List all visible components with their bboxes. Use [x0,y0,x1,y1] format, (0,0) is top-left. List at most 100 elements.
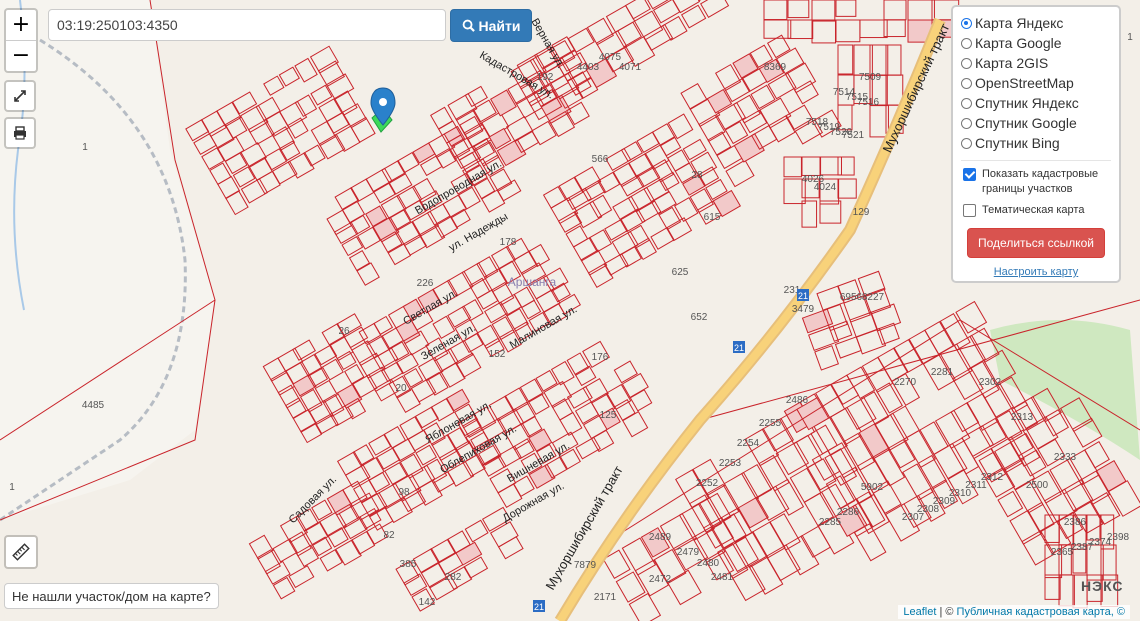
cadastral-toggle[interactable]: Показать кадастровые границы участков [961,167,1111,197]
parcel-number: 2333 [1054,452,1077,463]
configure-map-link[interactable]: Настроить карту [961,266,1111,278]
parcel-number: 2472 [649,574,672,585]
cadastral-toggle-label: Показать кадастровые границы участков [982,168,1099,195]
parcel-number: 82 [383,530,395,541]
parcel-number: 385 [400,559,417,570]
parcel-number: 1 [9,482,15,493]
parcel-number: 3479 [792,304,815,315]
parcel-number: 7509 [859,72,882,83]
watermark-logo: НЭКС [1081,578,1124,594]
printer-icon [14,126,26,140]
parcel-number: 2481 [711,572,734,583]
parcel-number: 2254 [737,438,760,449]
parcel-number: 2312 [981,472,1004,483]
search-button-label: Найти [478,17,521,34]
map-attribution: Leaflet | © Публичная кадастровая карта,… [898,605,1130,619]
zoom-in-button[interactable]: + [6,10,36,41]
parcel-number: 625 [672,267,689,278]
parcel-number: 6956 [840,292,863,303]
svg-text:21: 21 [798,291,808,301]
parcel-number: 7516 [857,97,880,108]
basemap-option[interactable]: Спутник Google [961,113,1111,133]
basemap-radio[interactable] [961,37,972,49]
basemap-option[interactable]: Карта 2GIS [961,53,1111,73]
parcel-number: 2386 [1064,517,1087,528]
basemap-radio[interactable] [961,137,972,149]
parcel-number: 192 [537,72,554,83]
parcel-number: 2286 [837,507,860,518]
basemap-option[interactable]: Карта Google [961,33,1111,53]
zoom-control: + − [4,8,38,73]
not-found-button[interactable]: Не нашли участок/дом на карте? [4,583,219,609]
cadastral-source-link[interactable]: Публичная кадастровая карта, © [957,606,1125,618]
basemap-option-label: Спутник Bing [975,135,1060,151]
fullscreen-button[interactable] [4,80,36,112]
map-pin-dot [379,98,387,106]
basemap-options: Карта Яндекс Карта Google Карта 2GIS OpenSt… [961,13,1111,153]
parcel-number: 7521 [842,130,865,141]
parcel-number: 2285 [819,517,842,528]
cadastral-search-input[interactable] [48,9,446,41]
parcel-number: 2500 [1026,480,1049,491]
parcel-number: 2255 [759,418,782,429]
parcel-number: 4071 [619,62,642,73]
basemap-option[interactable]: Спутник Яндекс [961,93,1111,113]
parcel-number: 1 [82,142,88,153]
basemap-option-label: Карта 2GIS [975,55,1049,71]
basemap-option[interactable]: Спутник Bing [961,133,1111,153]
basemap-radio[interactable] [961,117,972,129]
parcel-number: 20 [395,383,407,394]
parcel-number: 8369 [764,62,787,73]
parcel-number: 4024 [814,182,837,193]
parcel-number: 26 [338,326,350,337]
attribution-separator: | © [936,606,957,618]
parcel-number: 652 [691,312,708,323]
parcel-number: 129 [853,207,870,218]
basemap-option[interactable]: OpenStreetMap [961,73,1111,93]
parcel-number: 1 [1127,32,1133,43]
basemap-radio[interactable] [961,77,972,89]
basemap-option-label: OpenStreetMap [975,75,1074,91]
thematic-checkbox[interactable] [963,204,976,217]
parcel-number: 142 [419,597,436,608]
parcel-number: 176 [592,352,609,363]
leaflet-link[interactable]: Leaflet [903,606,936,618]
svg-text:21: 21 [734,343,744,353]
magnifier-icon [462,19,475,32]
parcel-number: 2253 [719,458,742,469]
parcel-number: 2480 [697,558,720,569]
basemap-radio[interactable] [961,17,972,29]
thematic-toggle-label: Тематическая карта [982,204,1085,216]
zoom-out-button[interactable]: − [6,41,36,71]
measure-button[interactable] [4,535,38,569]
cadastral-checkbox[interactable] [963,168,976,181]
parcel-number: 5902 [861,482,884,493]
basemap-option-label: Спутник Google [975,115,1077,131]
district-label: Аршанга [508,275,557,289]
parcel-number: 2252 [696,478,719,489]
print-button[interactable] [4,117,36,149]
search-button[interactable]: Найти [450,9,532,42]
panel-divider [961,160,1111,161]
basemap-radio[interactable] [961,57,972,69]
parcel-number: 98 [398,487,410,498]
thematic-toggle[interactable]: Тематическая карта [961,203,1111,218]
basemap-radio[interactable] [961,97,972,109]
parcel-number: 28 [691,170,703,181]
parcel-number: 4403 [577,62,600,73]
share-link-button[interactable]: Поделиться ссылкой [967,228,1105,258]
parcel-number: 152 [489,349,506,360]
parcel-number: 615 [704,212,721,223]
svg-text:21: 21 [534,602,544,612]
basemap-option-label: Карта Яндекс [975,15,1064,31]
parcel-number: 2398 [1107,532,1130,543]
basemap-option[interactable]: Карта Яндекс [961,13,1111,33]
parcel-number: 7879 [574,560,597,571]
parcel-number: 566 [592,154,609,165]
parcel-number: 4485 [82,400,105,411]
parcel-number: 226 [417,278,434,289]
layer-panel: Карта Яндекс Карта Google Карта 2GIS OpenSt… [951,5,1121,283]
basemap-option-label: Спутник Яндекс [975,95,1079,111]
parcel-number: 125 [600,410,617,421]
parcel-number: 8227 [862,292,885,303]
